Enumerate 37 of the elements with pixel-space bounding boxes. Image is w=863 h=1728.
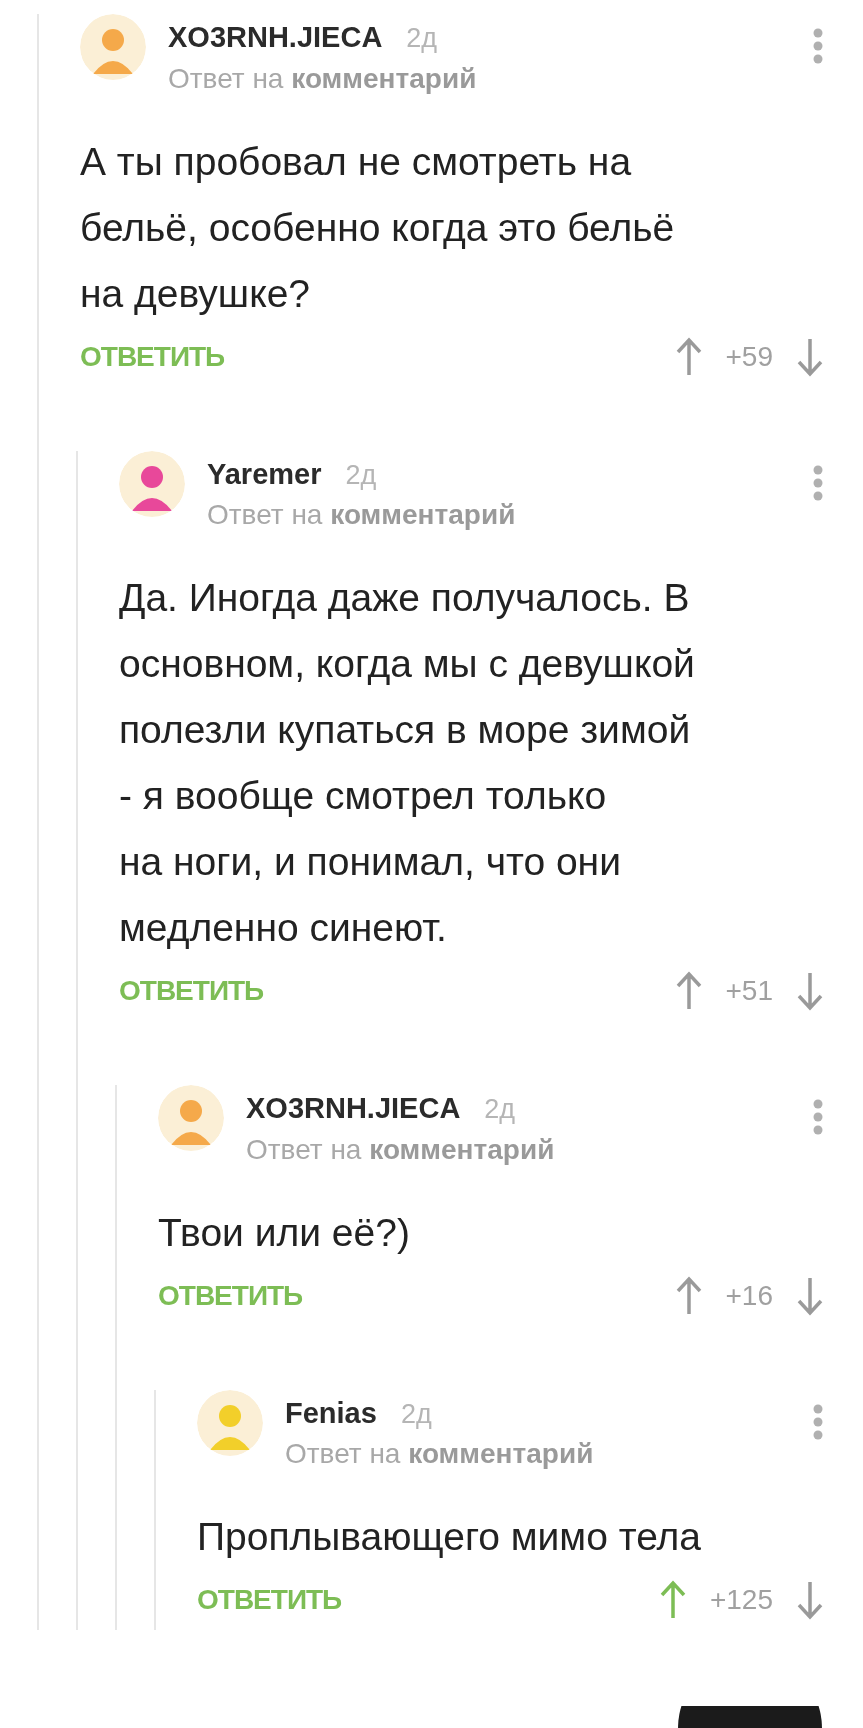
upvote-icon[interactable] (675, 1275, 702, 1316)
downvote-icon[interactable] (797, 1275, 823, 1316)
downvote-icon[interactable] (797, 1580, 823, 1620)
reply-button[interactable]: ОТВЕТИТЬ (80, 335, 225, 378)
floating-action-button[interactable] (678, 1706, 822, 1728)
post-time: 2д (400, 1397, 432, 1431)
downvote-icon[interactable] (797, 336, 823, 377)
reply-to-link[interactable]: Ответ на комментарий (168, 58, 477, 99)
more-options-icon[interactable] (813, 1099, 823, 1135)
reply-to-link[interactable]: Ответ на комментарий (207, 495, 516, 535)
comment-text: А ты пробовал не смотреть на бельё, особенно когда это бельё на девушке? (80, 138, 675, 317)
vote-score: +125 (709, 1583, 773, 1617)
author-name[interactable]: Fenias (285, 1394, 377, 1431)
reply-to-link[interactable]: Ответ на комментарий (246, 1129, 555, 1170)
author-name[interactable]: Yaremer (207, 455, 322, 492)
more-options-icon[interactable] (813, 1403, 823, 1440)
upvote-icon[interactable] (675, 336, 702, 377)
post-time: 2д (345, 458, 377, 492)
comment-text: Да. Иногда даже получалось. В основном, когда мы с девушкой полезли купаться в море зимой - я вообще смотрел только на ноги, и понимал, что они медленно синеют. (119, 575, 695, 951)
reply-button[interactable]: ОТВЕТИТЬ (158, 1274, 303, 1317)
upvote-icon[interactable] (659, 1580, 686, 1620)
reply-button[interactable]: ОТВЕТИТЬ (197, 1579, 342, 1621)
post-time: 2д (406, 22, 438, 55)
more-options-icon[interactable] (813, 464, 823, 501)
author-name[interactable]: XO3RNH.JIECA (168, 19, 383, 55)
upvote-icon[interactable] (675, 971, 702, 1011)
post-time: 2д (484, 1093, 516, 1126)
reply-button[interactable]: ОТВЕТИТЬ (119, 970, 264, 1012)
vote-score: +16 (725, 1278, 773, 1313)
downvote-icon[interactable] (797, 971, 823, 1011)
comment-text: Проплывающего мимо тела (197, 1514, 701, 1560)
comment-text: Твои или её?) (158, 1209, 410, 1256)
more-options-icon[interactable] (813, 28, 823, 64)
vote-score: +59 (725, 339, 773, 374)
vote-score: +51 (725, 974, 773, 1008)
reply-to-link[interactable]: Ответ на комментарий (285, 1434, 594, 1474)
author-name[interactable]: XO3RNH.JIECA (246, 1090, 461, 1126)
